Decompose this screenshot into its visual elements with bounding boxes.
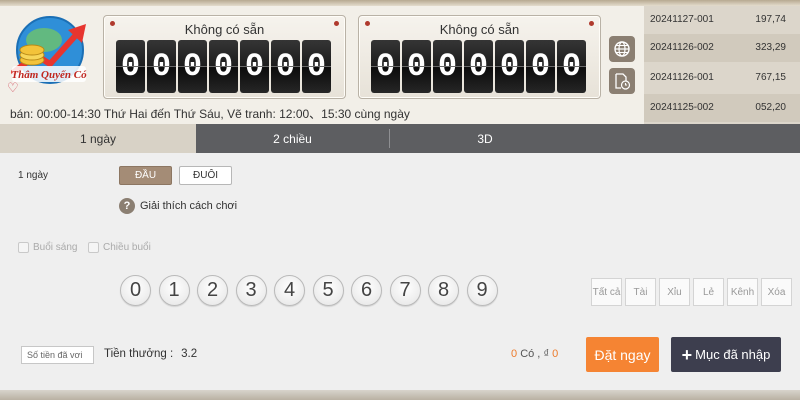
history-list: 20241127-001 197,74 20241126-002 323,29 …: [644, 6, 800, 124]
globe-icon[interactable]: [609, 36, 635, 62]
digit: 0: [402, 40, 431, 93]
number-ball[interactable]: 1: [158, 275, 190, 306]
head-button[interactable]: ĐẦU: [119, 166, 172, 185]
quick-select: Tất cả Tài Xỉu Lẻ Kênh Xóa: [591, 278, 792, 306]
history-row[interactable]: 20241126-002 323,29: [644, 34, 800, 62]
bet-area: 1 ngày ĐẦU ĐUÔI ? Giải thích cách chơi B…: [0, 153, 800, 390]
number-ball[interactable]: 6: [351, 275, 382, 306]
digit: 0: [495, 40, 524, 93]
result-panel-2: Không có sẵn 0 0 0 0 0 0 0: [358, 15, 601, 99]
schedule-text: bán: 00:00-14:30 Thứ Hai đến Thứ Sáu, Vẽ…: [10, 107, 410, 121]
checkbox-label: Buổi sáng: [33, 242, 78, 253]
select-even-button[interactable]: Kênh: [727, 278, 758, 306]
add-entry-button[interactable]: + Mục đã nhập: [671, 337, 781, 372]
currency-symbol: ₫: [543, 348, 550, 360]
tail-button[interactable]: ĐUÔI: [179, 166, 232, 185]
result-panel-1: Không có sẵn 0 0 0 0 0 0 0: [103, 15, 346, 99]
logo-graphic: Thâm Quyến Có: [11, 16, 87, 84]
prize-label: Tiền thưởng :: [104, 348, 174, 360]
digit: 0: [557, 40, 586, 93]
prize-info: Tiền thưởng : 3.2: [104, 348, 197, 360]
number-ball[interactable]: 7: [389, 275, 421, 306]
history-row[interactable]: 20241127-001 197,74: [644, 6, 800, 34]
digit: 0: [371, 40, 400, 93]
history-id: 20241125-002: [650, 102, 714, 113]
plus-icon: +: [681, 344, 693, 365]
digit: 0: [147, 40, 176, 93]
digit: 0: [271, 40, 300, 93]
how-to-play-link[interactable]: ? Giải thích cách chơi: [119, 198, 237, 214]
history-value: 767,15: [755, 72, 786, 83]
select-big-button[interactable]: Tài: [625, 278, 656, 306]
digit: 0: [209, 40, 238, 93]
bottom-bar: [0, 390, 800, 400]
number-ball[interactable]: 0: [120, 275, 151, 306]
history-value: 197,74: [755, 14, 786, 25]
help-text: Giải thích cách chơi: [140, 200, 238, 212]
logo[interactable]: Thâm Quyến Có: [6, 10, 98, 96]
digit-display: 0 0 0 0 0 0 0: [116, 40, 331, 93]
digit: 0: [433, 40, 462, 93]
history-value: 052,20: [755, 102, 786, 113]
document-clock-icon[interactable]: [609, 68, 635, 94]
checkbox-label: Chiều buổi: [103, 242, 151, 253]
mode-label: 1 ngày: [18, 170, 49, 181]
checkbox-box: [18, 242, 29, 253]
history-row[interactable]: 20241125-002 052,20: [644, 94, 800, 122]
number-ball[interactable]: 2: [197, 275, 228, 306]
history-id: 20241126-001: [650, 72, 714, 83]
number-ball[interactable]: 5: [312, 275, 344, 306]
digit: 0: [302, 40, 331, 93]
heart-icon[interactable]: ♡: [7, 80, 19, 96]
digit: 0: [240, 40, 269, 93]
header: Thâm Quyến Có ♡ Không có sẵn 0 0 0 0 0 0…: [0, 0, 800, 124]
afternoon-checkbox[interactable]: Chiều buổi: [88, 242, 151, 253]
panel-title: Không có sẵn: [439, 22, 520, 37]
history-row[interactable]: 20241126-001 767,15: [644, 64, 800, 92]
document-clock-glyph: [615, 73, 631, 90]
select-all-button[interactable]: Tất cả: [591, 278, 622, 306]
number-ball[interactable]: 8: [428, 275, 459, 306]
count-number: 0: [511, 348, 518, 360]
globe-glyph: [614, 41, 630, 57]
morning-checkbox[interactable]: Buổi sáng: [18, 242, 77, 253]
history-id: 20241127-001: [650, 14, 714, 25]
panel-title: Không có sẵn: [184, 22, 265, 37]
question-icon: ?: [119, 198, 135, 214]
digit: 0: [178, 40, 207, 93]
select-small-button[interactable]: Xỉu: [659, 278, 690, 306]
game-tabs: 1 ngày 2 chiều 3D: [0, 124, 800, 153]
place-bet-button[interactable]: Đặt ngay: [586, 337, 659, 372]
clear-button[interactable]: Xóa: [761, 278, 792, 306]
count-label: Có ,: [520, 348, 541, 360]
history-value: 323,29: [755, 42, 786, 53]
prize-value: 3.2: [181, 348, 198, 360]
add-entry-label: Mục đã nhập: [695, 347, 771, 362]
tab-3d[interactable]: 3D: [390, 124, 580, 153]
number-picker: 0 1 2 3 4 5 6 7 8 9: [120, 275, 498, 306]
digit: 0: [464, 40, 493, 93]
number-ball[interactable]: 9: [466, 275, 498, 306]
logo-text: Thâm Quyến Có: [11, 69, 87, 81]
number-ball[interactable]: 3: [235, 275, 267, 306]
checkbox-box: [88, 242, 99, 253]
digit-display: 0 0 0 0 0 0 0: [371, 40, 586, 93]
select-odd-button[interactable]: Lẻ: [693, 278, 724, 306]
history-id: 20241126-002: [650, 42, 714, 53]
tab-1-day[interactable]: 1 ngày: [0, 124, 196, 153]
bet-count: 0 Có , ₫ 0: [511, 348, 558, 360]
tab-2-chieu[interactable]: 2 chiều: [196, 124, 389, 153]
digit: 0: [526, 40, 555, 93]
digit: 0: [116, 40, 145, 93]
number-ball[interactable]: 4: [274, 275, 305, 306]
amount-input[interactable]: Số tiền đã vơi: [21, 346, 94, 364]
money-number: 0: [552, 348, 559, 360]
